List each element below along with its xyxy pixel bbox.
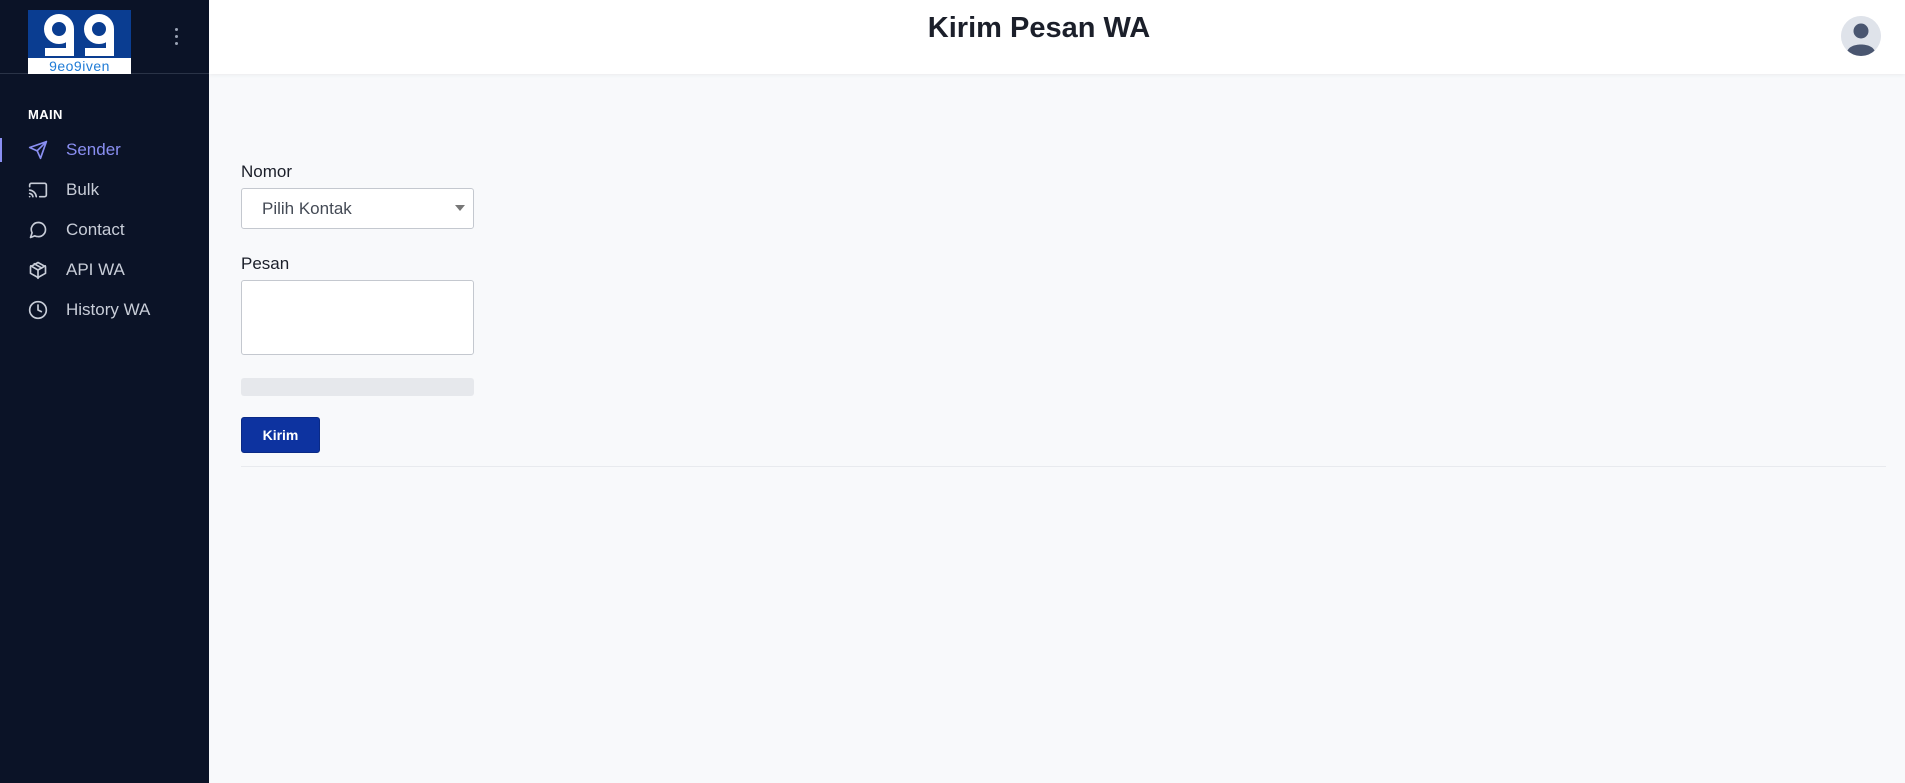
cast-icon [28, 180, 48, 200]
sidebar-item-label: Contact [66, 220, 125, 239]
logo-mark [28, 10, 131, 58]
sidebar-nav: Sender Bulk Contact API WA History WA [0, 130, 209, 330]
sidebar-item-history-wa[interactable]: History WA [0, 290, 209, 330]
sidebar-item-label: Bulk [66, 180, 100, 199]
user-avatar-icon[interactable] [1841, 16, 1881, 56]
sidebar-item-label: Sender [66, 140, 121, 159]
more-options-icon[interactable] [166, 22, 186, 50]
sidebar: 9eo9iven MAIN Sender Bulk Contact API WA… [0, 0, 209, 783]
brand-logo[interactable]: 9eo9iven [28, 10, 131, 74]
page-title: Kirim Pesan WA [927, 12, 1151, 44]
sidebar-item-api-wa[interactable]: API WA [0, 250, 209, 290]
message-textarea[interactable] [241, 280, 474, 355]
sidebar-section-label: MAIN [28, 107, 63, 122]
clock-icon [28, 300, 48, 320]
send-icon [28, 140, 48, 160]
send-message-form: Nomor Pilih Kontak Pesan Kirim [241, 162, 474, 453]
sidebar-item-contact[interactable]: Contact [0, 210, 209, 250]
send-button[interactable]: Kirim [241, 417, 320, 453]
sidebar-item-sender[interactable]: Sender [0, 130, 209, 170]
contact-select[interactable]: Pilih Kontak [241, 188, 474, 229]
sidebar-item-bulk[interactable]: Bulk [0, 170, 209, 210]
message-circle-icon [28, 220, 48, 240]
content-divider [241, 466, 1886, 467]
package-icon [28, 260, 48, 280]
app-root: 9eo9iven MAIN Sender Bulk Contact API WA… [0, 0, 1905, 783]
sidebar-item-label: API WA [66, 260, 125, 279]
send-progress-bar [241, 378, 474, 396]
nomor-label: Nomor [241, 162, 293, 181]
top-bar: Kirim Pesan WA [209, 0, 1905, 74]
main-content: Nomor Pilih Kontak Pesan Kirim [209, 74, 1905, 783]
sidebar-header: 9eo9iven [0, 0, 209, 74]
sidebar-item-label: History WA [66, 300, 151, 319]
contact-select-value: Pilih Kontak [262, 198, 352, 218]
pesan-label: Pesan [241, 254, 290, 273]
logo-wordmark: 9eo9iven [28, 58, 131, 74]
chevron-down-icon [455, 205, 465, 211]
